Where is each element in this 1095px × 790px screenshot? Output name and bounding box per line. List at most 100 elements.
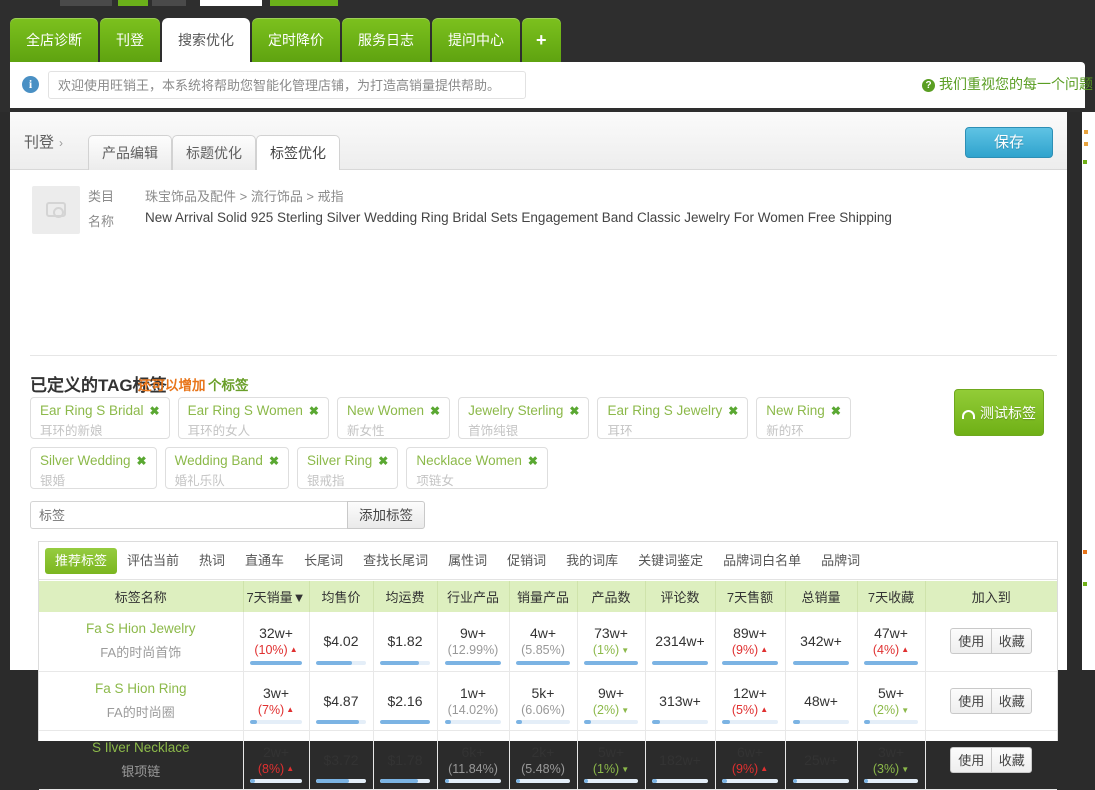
industry-products-change: (14.02%) <box>447 702 499 717</box>
sales-7d: 2w+ (8%) <box>243 730 310 790</box>
keyword-tab-11[interactable]: 品牌词 <box>811 548 870 574</box>
remove-tag-icon[interactable]: ✖ <box>137 454 147 468</box>
keyword-tab-9[interactable]: 关键词鉴定 <box>628 548 713 574</box>
cutoff-tab-3[interactable] <box>200 0 262 6</box>
favorite-button[interactable]: 收藏 <box>991 687 1033 714</box>
avg-shipping: $1.82 <box>373 612 438 672</box>
cutoff-tab-0[interactable] <box>60 0 112 6</box>
tag-chip-en: Ear Ring S Women ✖ <box>187 403 319 418</box>
cutoff-tab-1[interactable] <box>118 0 148 6</box>
main-tab-1[interactable]: 刊登 <box>100 18 160 62</box>
keyword-name-cn: FA的时尚圈 <box>106 704 175 720</box>
revenue-7d-value: 6w+ <box>736 743 764 760</box>
keyword-tab-6[interactable]: 属性词 <box>438 548 497 574</box>
avg-price-value: $4.02 <box>323 633 359 650</box>
keyword-tab-10[interactable]: 品牌词白名单 <box>713 548 811 574</box>
table-body: Fa S Hion Jewelry FA的时尚首饰 32w+(10%) $4.02 $1… <box>39 612 1057 790</box>
breadcrumb: 刊登 › <box>24 131 63 152</box>
tag-chip-cn: 新女性 <box>346 424 385 438</box>
remove-tag-icon[interactable]: ✖ <box>309 404 319 418</box>
favorite-button[interactable]: 收藏 <box>991 746 1033 773</box>
remove-tag-icon[interactable]: ✖ <box>150 404 160 418</box>
keyword-tab-8[interactable]: 我的词库 <box>556 548 628 574</box>
industry-products-value: 6k+ <box>461 743 485 760</box>
revenue-7d-value: 89w+ <box>733 625 767 642</box>
total-sales-value: 48w+ <box>804 692 838 709</box>
avg-price-bar <box>315 778 367 783</box>
remove-tag-icon[interactable]: ✖ <box>378 454 388 468</box>
keyword-tab-3[interactable]: 直通车 <box>235 548 294 574</box>
tag-chip-cn: 首饰纯银 <box>468 424 519 438</box>
use-button[interactable]: 使用 <box>950 628 992 655</box>
industry-products-change: (12.99%) <box>447 643 499 658</box>
main-tab-0[interactable]: 全店诊断 <box>10 18 98 62</box>
test-tags-button[interactable]: 测试标签 <box>954 389 1044 436</box>
keyword-tab-4[interactable]: 长尾词 <box>294 548 353 574</box>
sub-tab-0[interactable]: 产品编辑 <box>88 135 172 170</box>
remove-tag-icon[interactable]: ✖ <box>569 404 579 418</box>
sales-7d: 3w+ (7%) <box>243 671 310 731</box>
industry-products: 6k+ (11.84%) <box>437 730 510 790</box>
column-header-3: 均运费 <box>373 581 438 612</box>
main-tab-2[interactable]: 搜索优化 <box>162 18 250 62</box>
action-cell: 使用 收藏 <box>925 671 1057 731</box>
table-row: Fa S Hion Jewelry FA的时尚首饰 32w+(10%) $4.02 $1… <box>39 612 1057 672</box>
keyword-table: 标签名称 7天销量▼ 均售价 均运费 行业产品 销量产品 产品数 评论数 7天售额 总销量 7天收藏… <box>39 581 1057 790</box>
tag-section-subheading: 还可以增加 <box>138 378 206 393</box>
camera-icon <box>46 202 66 218</box>
column-header-1[interactable]: 7天销量▼ <box>243 581 310 612</box>
keyword-name-cell[interactable]: Fa S Hion Ring FA的时尚圈 <box>39 671 244 731</box>
keyword-name-cell[interactable]: S Ilver Necklace 银项链 <box>39 730 244 790</box>
remove-tag-icon[interactable]: ✖ <box>269 454 279 468</box>
keyword-tab-0[interactable]: 推荐标签 <box>45 548 118 574</box>
add-tag-button[interactable]: 添加标签 <box>347 501 425 529</box>
keyword-tab-5[interactable]: 查找长尾词 <box>353 548 438 574</box>
cutoff-tab-4[interactable] <box>270 0 338 6</box>
product-count-value: 5w+ <box>597 743 625 760</box>
revenue-7d-change: (9%) <box>716 762 785 776</box>
app-chrome: 全店诊断 刊登 搜索优化 定时降价 服务日志 提问中心 + i 欢迎使用旺销王，本系统将帮助… <box>0 0 1095 112</box>
tag-input[interactable] <box>30 501 347 529</box>
remove-tag-icon[interactable]: ✖ <box>728 404 738 418</box>
main-tab-3[interactable]: 定时降价 <box>252 18 340 62</box>
industry-products-bar <box>444 660 502 665</box>
sub-tab-2[interactable]: 标签优化 <box>256 135 340 170</box>
favorites-7d-change: (4%) <box>858 643 925 657</box>
product-count-bar <box>584 778 638 783</box>
tag-chip-cn: 耳环 <box>607 424 633 438</box>
column-header-0: 标签名称 <box>39 581 244 612</box>
keyword-tab-1[interactable]: 评估当前 <box>117 548 189 574</box>
column-header-7: 评论数 <box>645 581 716 612</box>
avg-shipping: $2.16 <box>373 671 438 731</box>
main-tab-add[interactable]: + <box>522 18 561 62</box>
keyword-name-cn: 银项链 <box>121 763 161 779</box>
remove-tag-icon[interactable]: ✖ <box>831 404 841 418</box>
remove-tag-icon[interactable]: ✖ <box>528 454 538 468</box>
favorite-button[interactable]: 收藏 <box>991 628 1033 655</box>
notice-right-link[interactable]: ? 我们重视您的每一个问题 <box>922 74 1093 94</box>
main-tab-4[interactable]: 服务日志 <box>342 18 430 62</box>
column-header-5: 销量产品 <box>509 581 578 612</box>
remove-tag-icon[interactable]: ✖ <box>430 404 440 418</box>
tag-chip-cn: 新的环 <box>766 424 804 438</box>
keyword-name-cell[interactable]: Fa S Hion Jewelry FA的时尚首饰 <box>39 612 244 672</box>
use-button[interactable]: 使用 <box>950 746 992 773</box>
revenue-7d: 12w+ (5%) <box>715 671 786 731</box>
product-count-value: 9w+ <box>597 684 625 701</box>
avg-price-bar <box>315 719 367 724</box>
keyword-name-en: S Ilver Necklace <box>91 739 190 755</box>
main-tab-5[interactable]: 提问中心 <box>432 18 520 62</box>
sub-tab-1[interactable]: 标题优化 <box>172 135 256 170</box>
keyword-tab-2[interactable]: 热词 <box>189 548 235 574</box>
cutoff-tab-2[interactable] <box>152 0 186 6</box>
selling-products-value: 4w+ <box>529 625 557 642</box>
sales-7d-value: 2w+ <box>262 743 290 760</box>
use-button[interactable]: 使用 <box>950 687 992 714</box>
question-icon: ? <box>922 79 935 92</box>
avg-price: $4.02 <box>309 612 374 672</box>
keyword-tab-7[interactable]: 促销词 <box>497 548 556 574</box>
save-button[interactable]: 保存 <box>965 127 1053 158</box>
tag-chip-en: Necklace Women ✖ <box>416 453 538 468</box>
breadcrumb-label: 刊登 <box>24 134 55 151</box>
industry-products-value: 9w+ <box>459 625 487 642</box>
